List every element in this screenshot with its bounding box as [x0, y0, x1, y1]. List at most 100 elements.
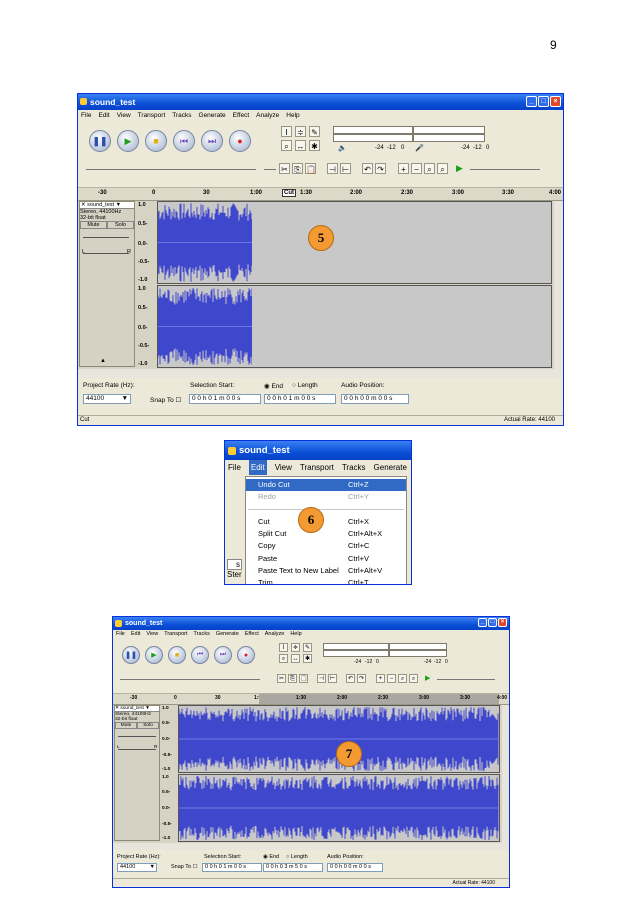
- menu-generate[interactable]: Generate: [216, 630, 239, 639]
- zoom-in-icon[interactable]: +: [376, 674, 385, 683]
- trim-icon[interactable]: ⊣: [317, 674, 326, 683]
- menu-item-split-cut[interactable]: Split Cut Ctrl+Alt+X: [246, 528, 406, 540]
- pan-slider[interactable]: [118, 749, 156, 750]
- undo-icon[interactable]: ↶: [362, 163, 373, 174]
- snap-to-checkbox[interactable]: Snap To ☐: [171, 864, 198, 870]
- mute-button[interactable]: Mute: [80, 221, 107, 229]
- horizontal-scrollbar[interactable]: [113, 843, 509, 850]
- fit-project-icon[interactable]: ⌕: [409, 674, 418, 683]
- menu-file[interactable]: File: [228, 460, 241, 475]
- menu-generate[interactable]: Generate: [374, 460, 407, 475]
- solo-button[interactable]: Solo: [107, 221, 134, 229]
- menu-tracks[interactable]: Tracks: [194, 630, 210, 639]
- pause-button[interactable]: ❚❚: [122, 646, 140, 664]
- play-speed-slider[interactable]: [437, 679, 495, 680]
- skip-end-button[interactable]: ⏭: [214, 646, 232, 664]
- selection-start-field[interactable]: 0 0 h 0 1 m 0 0 s: [202, 863, 262, 872]
- mute-button[interactable]: Mute: [115, 722, 137, 729]
- gain-slider[interactable]: [83, 237, 129, 238]
- paste-icon[interactable]: 📋: [299, 674, 308, 683]
- menu-help[interactable]: Help: [286, 110, 299, 121]
- menu-edit[interactable]: Edit: [248, 460, 267, 475]
- menu-generate[interactable]: Generate: [199, 110, 226, 121]
- length-radio[interactable]: ○ Length: [292, 382, 318, 389]
- redo-icon[interactable]: ↷: [375, 163, 386, 174]
- waveform-left-channel[interactable]: [157, 201, 552, 284]
- draw-tool[interactable]: ✎: [303, 643, 312, 652]
- collapse-icon[interactable]: ▲: [100, 358, 106, 364]
- play-at-speed-icon[interactable]: ▶: [425, 674, 430, 682]
- menu-transport[interactable]: Transport: [300, 460, 334, 475]
- speaker-icon[interactable]: 🔈: [338, 144, 347, 152]
- solo-button[interactable]: Solo: [137, 722, 159, 729]
- zoom-out-icon[interactable]: −: [387, 674, 396, 683]
- skip-start-button[interactable]: ⏮: [191, 646, 209, 664]
- selection-end-field[interactable]: 0 0 h 0 3 m 5 0 s: [263, 863, 323, 872]
- stop-button[interactable]: ■: [145, 130, 167, 152]
- skip-end-button[interactable]: ⏭: [201, 130, 223, 152]
- zoom-tool[interactable]: ⌕: [279, 654, 288, 663]
- multi-tool[interactable]: ✱: [309, 140, 320, 151]
- track-name-menu[interactable]: ✕ sound_test ▼: [80, 202, 134, 209]
- menu-view[interactable]: View: [275, 460, 292, 475]
- menu-help[interactable]: Help: [290, 630, 301, 639]
- fit-selection-icon[interactable]: ⌕: [398, 674, 407, 683]
- play-speed-slider[interactable]: [470, 169, 540, 170]
- waveform-right-channel[interactable]: [157, 285, 552, 368]
- record-button[interactable]: ●: [237, 646, 255, 664]
- pan-slider[interactable]: [83, 253, 129, 254]
- audio-position-field[interactable]: 0 0 h 0 0 m 0 0 s: [327, 863, 383, 872]
- play-button[interactable]: ▶: [145, 646, 163, 664]
- project-rate-select[interactable]: 44100 ▼: [83, 394, 131, 404]
- menu-item-copy[interactable]: Copy Ctrl+C: [246, 540, 406, 552]
- menu-edit[interactable]: Edit: [98, 110, 109, 121]
- envelope-tool[interactable]: ≑: [291, 643, 300, 652]
- minimize-button[interactable]: _: [478, 618, 487, 627]
- track-control-panel[interactable]: ✕ sound_test ▼ Stereo, 44100Hz 32-bit fl…: [114, 705, 160, 841]
- snap-to-checkbox[interactable]: Snap To ☐: [150, 396, 181, 404]
- waveform-right-channel[interactable]: [178, 774, 500, 842]
- silence-icon[interactable]: ⊢: [340, 163, 351, 174]
- menu-transport[interactable]: Transport: [164, 630, 187, 639]
- menu-transport[interactable]: Transport: [138, 110, 166, 121]
- zoom-out-icon[interactable]: −: [411, 163, 422, 174]
- menu-item-trim[interactable]: Trim Ctrl+T: [246, 577, 406, 584]
- gain-slider[interactable]: [118, 736, 156, 737]
- menu-item-paste[interactable]: Paste Ctrl+V: [246, 553, 406, 565]
- selection-tool[interactable]: I: [279, 643, 288, 652]
- selection-start-field[interactable]: 0 0 h 0 1 m 0 0 s: [189, 394, 261, 404]
- menu-effect[interactable]: Effect: [233, 110, 250, 121]
- menu-file[interactable]: File: [81, 110, 91, 121]
- menu-item-undo-cut[interactable]: Undo Cut Ctrl+Z: [246, 479, 406, 491]
- gain-slider[interactable]: [264, 169, 276, 170]
- menu-view[interactable]: View: [146, 630, 158, 639]
- skip-start-button[interactable]: ⏮: [173, 130, 195, 152]
- minimize-button[interactable]: _: [526, 96, 537, 107]
- copy-icon[interactable]: ⎘: [288, 674, 297, 683]
- maximize-button[interactable]: □: [488, 618, 497, 627]
- trim-outside-icon[interactable]: ✂: [279, 163, 290, 174]
- timeline-ruler[interactable]: -30 0 30 1:00 1:30 2:00 2:30 3:00 3:30 4…: [113, 694, 509, 705]
- menu-tracks[interactable]: Tracks: [342, 460, 366, 475]
- close-button[interactable]: ×: [498, 618, 507, 627]
- cut-icon[interactable]: ✂: [277, 674, 286, 683]
- zoom-tool[interactable]: ⌕: [281, 140, 292, 151]
- maximize-button[interactable]: □: [538, 96, 549, 107]
- selection-tool[interactable]: I: [281, 126, 292, 137]
- menu-item-redo[interactable]: Redo Ctrl+Y: [246, 491, 406, 503]
- play-at-speed-icon[interactable]: ▶: [456, 163, 463, 174]
- menu-tracks[interactable]: Tracks: [172, 110, 191, 121]
- zoom-in-icon[interactable]: +: [398, 163, 409, 174]
- pause-button[interactable]: ❚❚: [89, 130, 111, 152]
- project-rate-select[interactable]: 44100 ▼: [117, 863, 157, 872]
- draw-tool[interactable]: ✎: [309, 126, 320, 137]
- length-radio[interactable]: ○ Length: [286, 854, 308, 860]
- undo-icon[interactable]: ↶: [346, 674, 355, 683]
- paste-icon[interactable]: 📋: [305, 163, 316, 174]
- end-radio[interactable]: ◉ End: [263, 854, 279, 860]
- end-radio[interactable]: ◉ End: [264, 382, 283, 390]
- audio-position-field[interactable]: 0 0 h 0 0 m 0 0 s: [341, 394, 409, 404]
- timeshift-tool[interactable]: ↔: [291, 654, 300, 663]
- trim-icon[interactable]: ⊣: [327, 163, 338, 174]
- close-button[interactable]: ×: [550, 96, 561, 107]
